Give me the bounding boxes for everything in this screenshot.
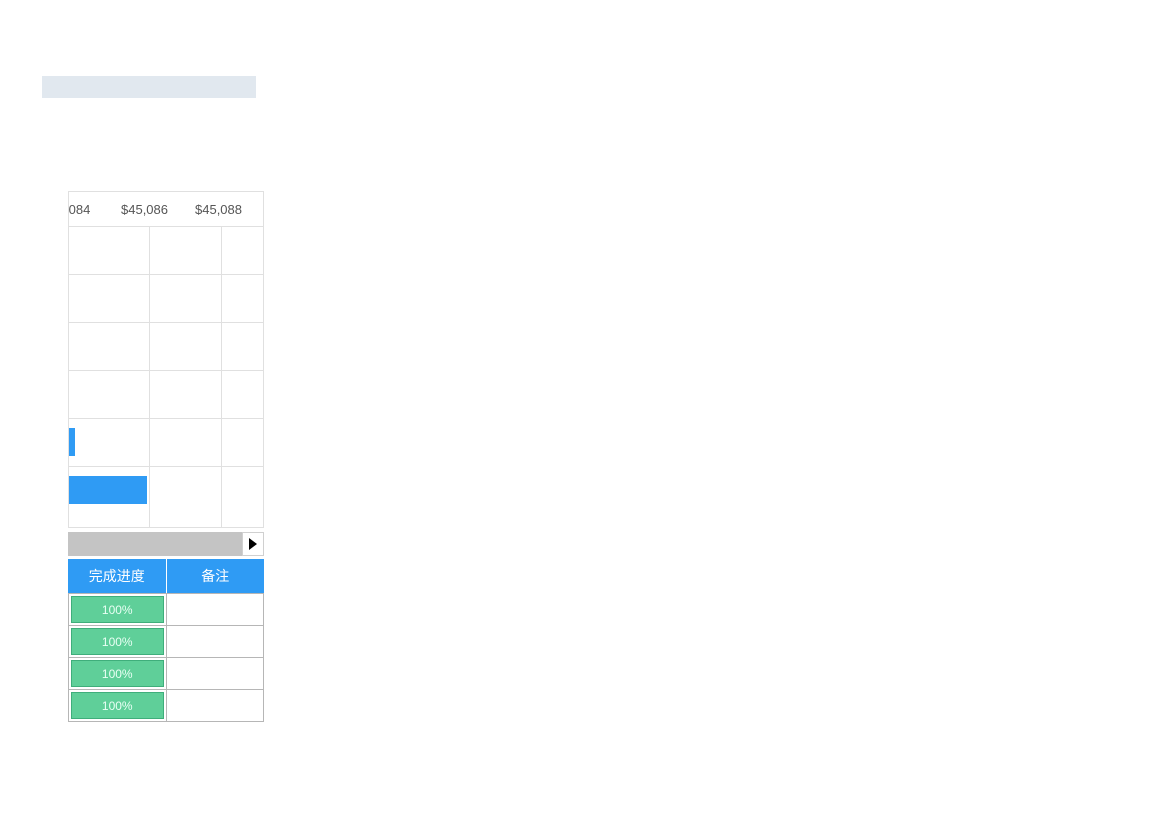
chart-x-tick: $45,088	[195, 202, 242, 217]
chart-row	[69, 322, 263, 370]
progress-cell: 100%	[68, 658, 166, 689]
table-row: 100%	[68, 593, 264, 625]
table-header-note: 备注	[167, 559, 265, 593]
chart-x-tick: $45,086	[121, 202, 168, 217]
progress-cell: 100%	[68, 594, 166, 625]
progress-badge: 100%	[71, 692, 164, 719]
note-cell[interactable]	[166, 658, 265, 689]
chart-bar	[69, 476, 147, 504]
progress-table: 完成进度 备注 100% 100% 100% 100%	[68, 559, 264, 722]
note-cell[interactable]	[166, 626, 265, 657]
chart-x-tick: ,084	[68, 202, 90, 217]
chart-bar	[69, 428, 75, 456]
chevron-right-icon	[249, 538, 257, 550]
note-cell[interactable]	[166, 690, 265, 721]
table-row: 100%	[68, 689, 264, 721]
progress-cell: 100%	[68, 626, 166, 657]
note-cell[interactable]	[166, 594, 265, 625]
horizontal-scrollbar[interactable]	[68, 532, 264, 556]
chart-grid	[69, 226, 263, 527]
table-row: 100%	[68, 625, 264, 657]
progress-cell: 100%	[68, 690, 166, 721]
progress-badge: 100%	[71, 596, 164, 623]
chart-area: ,084 $45,086 $45,088	[68, 191, 264, 528]
table-row: 100%	[68, 657, 264, 689]
progress-badge: 100%	[71, 660, 164, 687]
table-header-row: 完成进度 备注	[68, 559, 264, 593]
chart-row	[69, 418, 263, 466]
scrollbar-track[interactable]	[68, 532, 242, 556]
chart-row	[69, 226, 263, 274]
chart-row	[69, 370, 263, 418]
progress-badge: 100%	[71, 628, 164, 655]
chart-x-axis: ,084 $45,086 $45,088	[69, 192, 263, 226]
table-header-progress: 完成进度	[68, 559, 167, 593]
scroll-right-button[interactable]	[242, 532, 264, 556]
highlight-bar	[42, 76, 256, 98]
chart-row	[69, 274, 263, 322]
